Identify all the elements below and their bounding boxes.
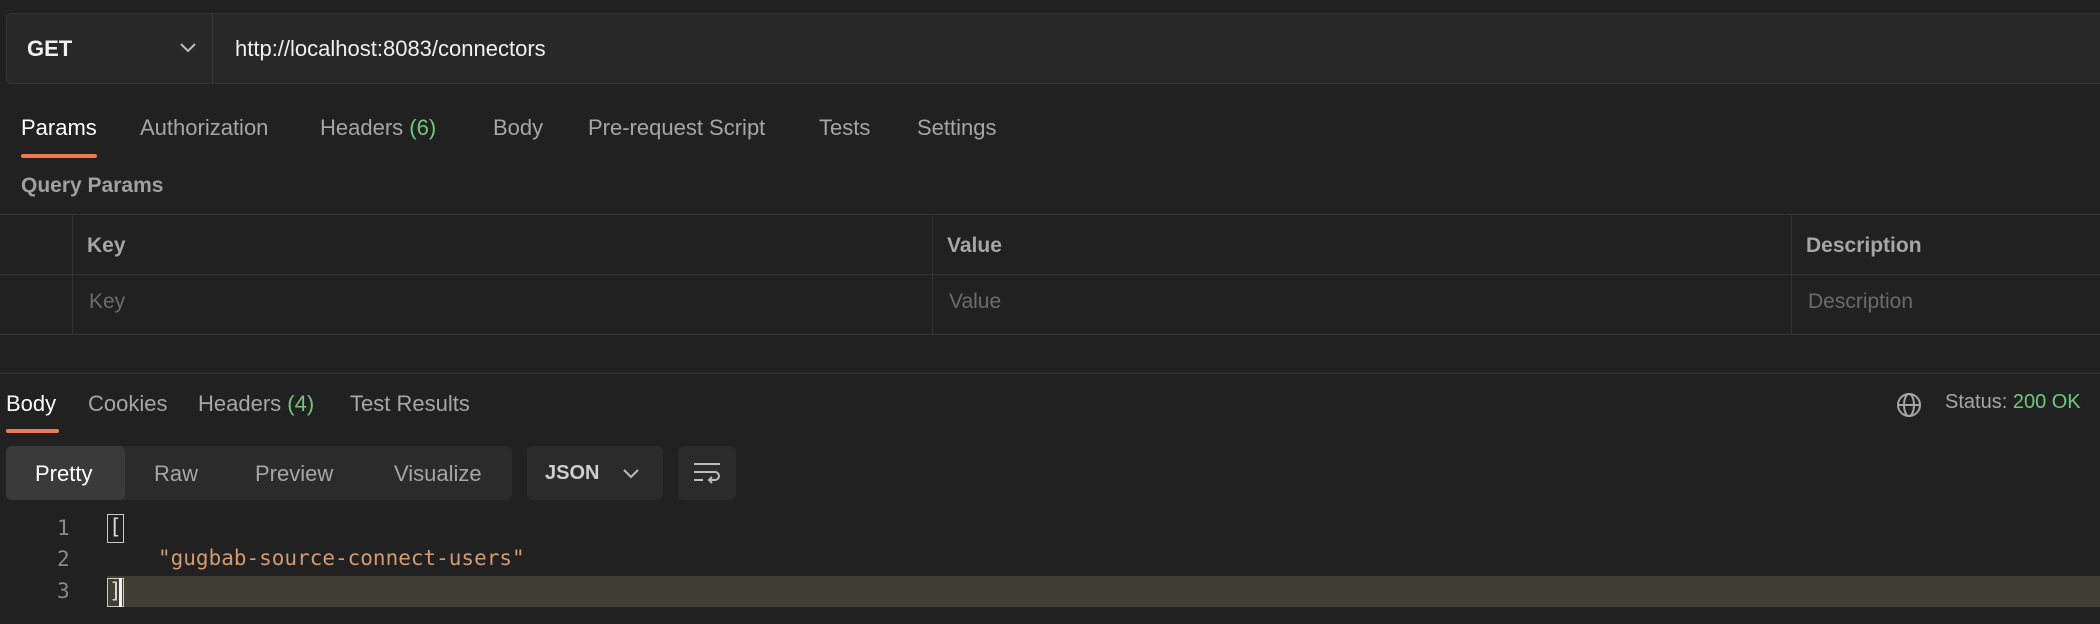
view-mode-raw[interactable]: Raw <box>154 461 198 487</box>
response-tab-cookies[interactable]: Cookies <box>88 391 167 417</box>
url-bar: GET http://localhost:8083/connectors <box>6 13 2100 84</box>
url-input[interactable]: http://localhost:8083/connectors <box>235 36 546 62</box>
value-input[interactable]: Value <box>949 290 1001 314</box>
response-tab-headers-count: (4) <box>287 391 315 416</box>
format-label: JSON <box>545 462 600 484</box>
line-number: 2 <box>57 547 70 571</box>
column-header-key: Key <box>87 234 126 257</box>
current-line-highlight <box>107 576 2100 607</box>
tab-headers-count: (6) <box>409 115 437 140</box>
table-row-divider <box>0 274 2100 275</box>
status-value: 200 OK <box>2012 391 2081 413</box>
response-tab-headers-label: Headers <box>198 391 282 416</box>
response-tab-body[interactable]: Body <box>6 391 56 417</box>
response-tab-headers[interactable]: Headers (4) <box>198 391 314 417</box>
tab-pre-request-script[interactable]: Pre-request Script <box>588 115 765 141</box>
tab-settings[interactable]: Settings <box>917 115 997 141</box>
code-open-bracket: [ <box>107 514 124 543</box>
tab-body[interactable]: Body <box>493 115 543 141</box>
globe-icon[interactable] <box>1895 391 1923 419</box>
table-col-divider <box>72 214 73 334</box>
method-label: GET <box>27 36 73 61</box>
table-bottom-border <box>0 334 2100 335</box>
table-col-divider <box>1791 214 1792 334</box>
table-top-border <box>0 214 2100 215</box>
tab-authorization[interactable]: Authorization <box>140 115 268 141</box>
status-readout: Status: 200 OK <box>1945 391 2081 414</box>
view-mode-preview[interactable]: Preview <box>255 461 333 487</box>
key-input[interactable]: Key <box>89 290 125 314</box>
active-tab-underline <box>21 154 97 158</box>
method-selector[interactable]: GET <box>7 14 213 83</box>
column-header-value: Value <box>947 234 1002 257</box>
chevron-down-icon <box>623 469 639 479</box>
view-mode-visualize[interactable]: Visualize <box>394 461 482 487</box>
response-divider <box>0 373 2100 374</box>
query-params-title: Query Params <box>21 174 164 197</box>
wrap-lines-icon <box>694 463 720 484</box>
line-number: 3 <box>57 579 70 603</box>
view-mode-pretty[interactable]: Pretty <box>35 461 92 487</box>
tab-tests[interactable]: Tests <box>819 115 870 141</box>
text-cursor <box>119 578 122 607</box>
column-header-description: Description <box>1806 234 1922 257</box>
tab-params[interactable]: Params <box>21 115 97 141</box>
status-label: Status: <box>1945 391 2008 413</box>
tab-headers[interactable]: Headers (6) <box>320 115 436 141</box>
response-tab-test-results[interactable]: Test Results <box>350 391 470 417</box>
chevron-down-icon <box>180 43 196 53</box>
tab-headers-label: Headers <box>320 115 404 140</box>
code-string-value: "gugbab-source-connect-users" <box>158 546 525 570</box>
line-number: 1 <box>57 516 70 540</box>
response-active-tab-underline <box>6 429 59 433</box>
wrap-lines-button[interactable] <box>678 446 736 500</box>
table-col-divider <box>932 214 933 334</box>
description-input[interactable]: Description <box>1808 290 1913 314</box>
